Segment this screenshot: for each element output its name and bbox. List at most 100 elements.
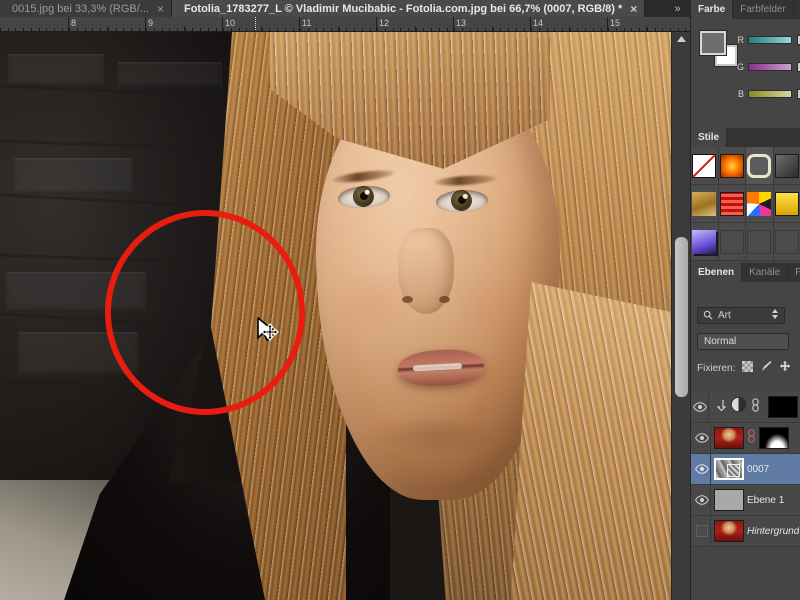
horizontal-ruler[interactable]: 8 9 10 11 12 13 14 15 <box>0 17 690 32</box>
style-swatch-empty-3[interactable] <box>773 223 800 261</box>
layer-visibility-toggle[interactable] <box>693 453 711 485</box>
move-lock-icon[interactable] <box>779 359 791 377</box>
ruler-tick <box>400 28 401 31</box>
style-swatch-outline[interactable] <box>746 147 774 185</box>
ruler-tick <box>593 28 594 31</box>
stepper-icon[interactable] <box>771 307 779 325</box>
ruler-tick <box>354 28 355 31</box>
layer-filter-control[interactable]: Art <box>697 307 785 324</box>
layer-visibility-toggle[interactable] <box>693 422 711 454</box>
channel-track[interactable] <box>748 90 792 98</box>
style-swatch-confetti[interactable] <box>746 185 774 223</box>
ruler-number: 15 <box>610 18 621 28</box>
ruler-tick <box>570 28 571 31</box>
transparency-lock-icon[interactable] <box>742 359 754 377</box>
scrollbar-thumb[interactable] <box>675 237 688 397</box>
ruler-tick <box>62 28 63 31</box>
ruler-number: 10 <box>225 18 236 28</box>
layer-mask-thumbnail[interactable] <box>768 396 798 418</box>
image-canvas[interactable] <box>0 32 671 600</box>
color-slider-g[interactable]: G <box>734 62 800 72</box>
document-tab-fotolia[interactable]: Fotolia_1783277_L © Vladimir Mucibabic -… <box>171 0 646 17</box>
close-icon[interactable]: × <box>630 3 637 15</box>
color-panel-body: R G B <box>691 19 800 144</box>
tab-overflow-icon[interactable]: » <box>664 0 690 17</box>
layer-row-hintergrund[interactable]: Hintergrund <box>691 515 800 547</box>
channel-label: R <box>737 35 745 45</box>
ruler-tick <box>285 28 286 31</box>
style-swatch-yellow[interactable] <box>773 185 800 223</box>
adjustment-thumbnail[interactable] <box>730 396 747 418</box>
styles-row <box>691 147 800 185</box>
style-swatch-gold[interactable] <box>691 185 719 223</box>
style-swatch-empty-1[interactable] <box>718 223 746 261</box>
ruler-tick <box>39 28 40 31</box>
ruler-tick <box>678 28 679 31</box>
wall-stone <box>14 158 132 194</box>
style-swatch-orange[interactable] <box>718 147 746 185</box>
layer-row-ebene-1[interactable]: Ebene 1 <box>691 484 800 516</box>
ruler-tick <box>46 28 47 31</box>
layers-panel-tabs: Ebenen Kanäle Pf <box>691 263 800 282</box>
tab-ebenen[interactable]: Ebenen <box>691 263 743 282</box>
layer-visibility-toggle[interactable] <box>693 515 711 547</box>
ruler-tick <box>139 28 140 31</box>
tab-farbfelder[interactable]: Farbfelder <box>733 0 794 19</box>
iris <box>451 190 472 211</box>
layer-thumbnail[interactable] <box>714 458 744 480</box>
style-swatch-purple[interactable] <box>691 223 719 261</box>
layer-visibility-toggle[interactable] <box>693 484 711 516</box>
tab-kanaele[interactable]: Kanäle <box>742 263 789 282</box>
color-slider-b[interactable]: B <box>734 89 800 99</box>
layer-name: Hintergrund <box>747 525 800 537</box>
channel-track[interactable] <box>748 36 792 44</box>
ruler-mid-tick <box>645 26 647 31</box>
photo-artwork <box>0 32 671 600</box>
tab-stile[interactable]: Stile <box>691 128 728 147</box>
paint-lock-icon[interactable] <box>760 359 772 377</box>
empty-style-chip <box>719 229 744 254</box>
tab-pfade[interactable]: Pf <box>788 263 800 282</box>
style-swatch-empty-2[interactable] <box>746 223 774 261</box>
ruler-tick <box>485 28 486 31</box>
channel-track[interactable] <box>748 63 792 71</box>
channel-label: B <box>737 89 744 99</box>
layer-mask-thumbnail[interactable] <box>759 427 789 449</box>
ruler-tick <box>362 28 363 31</box>
ruler-tick <box>500 28 501 31</box>
tab-farbe[interactable]: Farbe <box>691 0 734 19</box>
layer-thumbnail[interactable] <box>714 489 744 511</box>
blend-mode-select[interactable]: Normal <box>697 333 789 350</box>
ruler-tick <box>577 28 578 31</box>
layer-name: 0007 <box>747 463 770 475</box>
document-tab-0015[interactable]: 0015.jpg bei 33,3% (RGB/... × <box>0 0 172 17</box>
canvas-vertical-scrollbar[interactable] <box>671 32 690 600</box>
layer-row-adjustment[interactable] <box>691 391 800 423</box>
style-swatch-redstripe[interactable] <box>718 185 746 223</box>
purple-style-chip <box>692 229 717 254</box>
layer-list: 0007 Ebene 1 Hintergrund <box>691 391 800 547</box>
ruler-tick <box>508 28 509 31</box>
layer-row-0007[interactable]: 0007 <box>691 453 800 485</box>
layer-link-icon[interactable] <box>751 397 760 417</box>
ruler-tick <box>77 28 78 31</box>
style-swatch-none[interactable] <box>691 147 719 185</box>
ruler-mid-tick <box>491 26 493 31</box>
style-swatch-dark[interactable] <box>773 147 800 185</box>
ruler-tick <box>624 28 625 31</box>
layer-row-portrait[interactable] <box>691 422 800 454</box>
layer-visibility-toggle[interactable] <box>693 391 709 423</box>
foreground-color-swatch[interactable] <box>700 31 726 55</box>
layer-link-icon[interactable] <box>747 428 756 448</box>
scroll-up-icon[interactable] <box>672 32 690 46</box>
ruler-number: 12 <box>379 18 390 28</box>
ruler-tick <box>554 28 555 31</box>
layer-thumbnail[interactable] <box>714 427 744 449</box>
ruler-tick <box>293 28 294 31</box>
tab-label: Stile <box>698 132 720 143</box>
close-icon[interactable]: × <box>157 3 164 15</box>
ruler-tick <box>647 28 648 31</box>
nostril <box>402 296 413 303</box>
color-slider-r[interactable]: R <box>734 35 800 45</box>
layer-thumbnail[interactable] <box>714 520 744 542</box>
